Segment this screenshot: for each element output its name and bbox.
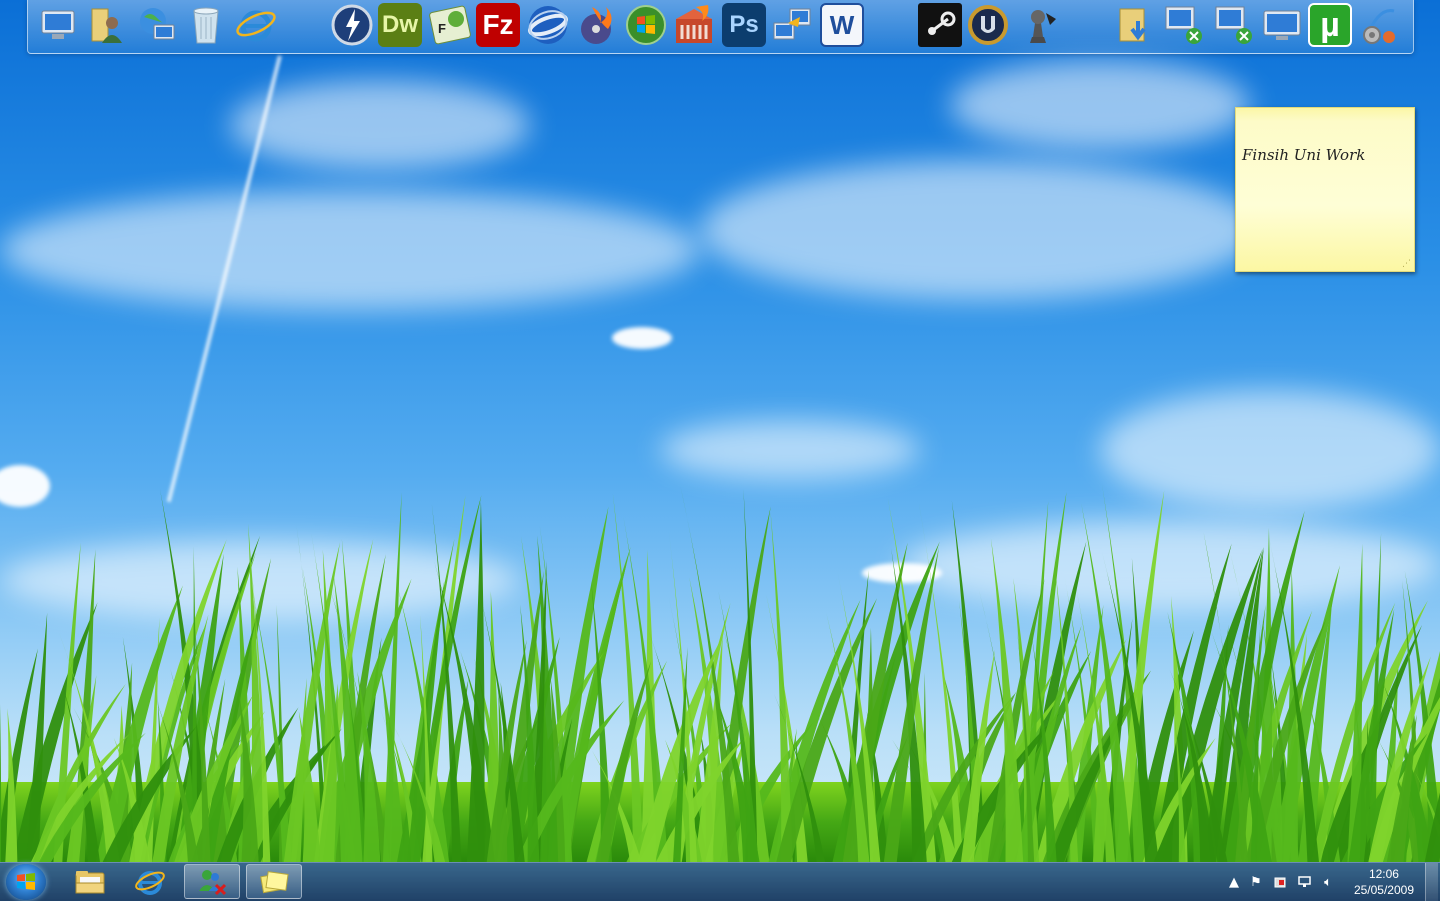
- action-center-flag-icon[interactable]: ⚑: [1248, 874, 1264, 890]
- downloads-folder-icon[interactable]: [1114, 3, 1158, 47]
- internet-explorer-icon: [135, 870, 165, 895]
- resize-grip-icon[interactable]: ⋰: [1402, 259, 1411, 269]
- nero-startsmart-icon[interactable]: [672, 3, 716, 47]
- word-icon[interactable]: W: [820, 3, 864, 47]
- monitor-icon[interactable]: [1260, 3, 1304, 47]
- dock-icon-label: Dw: [382, 11, 418, 38]
- cloud: [0, 190, 700, 310]
- clock-time: 12:06: [1368, 867, 1399, 881]
- messenger-offline-icon: [199, 869, 227, 895]
- power-icon[interactable]: [1272, 874, 1288, 890]
- computer-icon[interactable]: [36, 3, 80, 47]
- remote-desktop-icon-2[interactable]: [1212, 3, 1256, 47]
- taskbar-messenger-button[interactable]: [184, 864, 240, 899]
- taskbar: ▲ ⚑ 🔈︎ 12:06 25/05/2009: [0, 862, 1440, 901]
- system-tray: ▲ ⚑ 🔈︎ 12:06 25/05/2009: [1220, 863, 1440, 901]
- volume-icon[interactable]: 🔈︎: [1320, 874, 1336, 890]
- nero-burning-icon[interactable]: [574, 3, 618, 47]
- windows-media-center-icon[interactable]: [624, 3, 668, 47]
- cloud: [950, 60, 1250, 150]
- taskbar-sticky-notes-button[interactable]: [246, 864, 302, 899]
- dock-icon-label: Fz: [482, 9, 514, 40]
- remote-desktop-icon-1[interactable]: [1162, 3, 1206, 47]
- folder-icon: [75, 870, 105, 893]
- chess-icon[interactable]: [1016, 3, 1060, 47]
- utorrent-icon[interactable]: µ: [1308, 3, 1352, 47]
- taskbar-ie-button[interactable]: [122, 864, 178, 899]
- google-earth-icon[interactable]: [526, 3, 570, 47]
- clock[interactable]: 12:06 25/05/2009: [1354, 866, 1414, 898]
- cloud: [660, 420, 920, 480]
- daemon-tools-icon[interactable]: [330, 3, 374, 47]
- filezilla-icon[interactable]: Fz: [476, 3, 520, 47]
- sticky-notes-icon: [260, 870, 289, 893]
- fireworks-icon[interactable]: F: [428, 3, 472, 47]
- unreal-tournament-icon[interactable]: [966, 3, 1010, 47]
- grass: [0, 484, 1440, 862]
- sticky-note[interactable]: Finsih Uni Work ⋰: [1235, 107, 1415, 272]
- small-cloud: [612, 327, 672, 349]
- transfer-wizard-icon[interactable]: [770, 3, 814, 47]
- network-icon[interactable]: [1296, 874, 1312, 890]
- cloud: [230, 80, 530, 170]
- dock-icon-label: Ps: [729, 11, 759, 38]
- clock-date: 25/05/2009: [1353, 883, 1414, 897]
- svg-text:F: F: [438, 21, 446, 36]
- windows-logo-icon: [17, 873, 35, 890]
- settings-gears-icon[interactable]: [1358, 3, 1402, 47]
- desktop-wallpaper: [0, 0, 1440, 862]
- taskbar-explorer-button[interactable]: [62, 864, 118, 899]
- dock-icon-label: µ: [1320, 5, 1340, 44]
- internet-explorer-icon[interactable]: [234, 3, 278, 47]
- recycle-bin-icon[interactable]: [184, 3, 228, 47]
- start-button[interactable]: [6, 864, 46, 900]
- dock-icon-label: W: [829, 9, 855, 40]
- dreamweaver-icon[interactable]: Dw: [378, 3, 422, 47]
- show-hidden-icons-arrow[interactable]: ▲: [1226, 874, 1242, 890]
- user-folder-icon[interactable]: [86, 3, 130, 47]
- icon-dock: Dw F Fz Ps Wµ: [27, 0, 1414, 54]
- show-desktop-button[interactable]: [1425, 863, 1438, 901]
- steam-icon[interactable]: [918, 3, 962, 47]
- photoshop-icon[interactable]: Ps: [722, 3, 766, 47]
- network-globe-icon[interactable]: [134, 3, 178, 47]
- cloud: [700, 160, 1260, 300]
- sticky-note-text[interactable]: Finsih Uni Work: [1242, 146, 1365, 164]
